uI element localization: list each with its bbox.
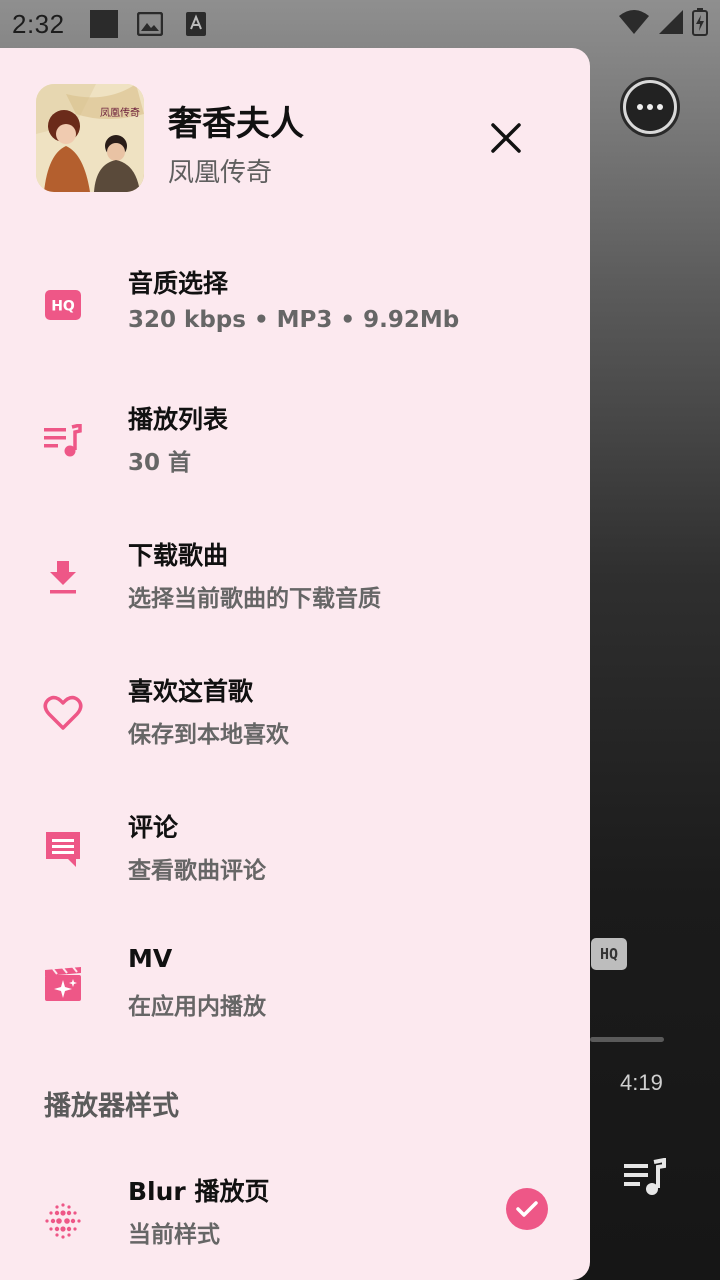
playlist-icon [40, 418, 86, 464]
menu-item-subtitle: 在应用内播放 [128, 994, 266, 1020]
battery-charging-icon [692, 8, 708, 40]
heart-icon [40, 690, 86, 736]
menu-item-like[interactable]: 喜欢这首歌 保存到本地喜欢 [0, 650, 590, 786]
options-menu: HQ 音质选择 320 kbps • MP3 • 9.92Mb 播放列表 30 … [0, 242, 590, 1058]
wifi-icon [618, 9, 650, 39]
player-style-option-blur[interactable]: Blur 播放页 当前样式 [0, 1160, 590, 1280]
close-button[interactable] [482, 114, 530, 162]
menu-item-subtitle: 选择当前歌曲的下载音质 [128, 586, 381, 612]
drawer-header: 凤凰传奇 奢香夫人 凤凰传奇 [0, 48, 590, 218]
menu-item-download[interactable]: 下载歌曲 选择当前歌曲的下载音质 [0, 514, 590, 650]
download-icon [40, 554, 86, 600]
signal-icon [658, 9, 684, 39]
font-icon [181, 9, 211, 39]
status-bar: 2:32 [0, 0, 720, 48]
menu-item-quality[interactable]: HQ 音质选择 320 kbps • MP3 • 9.92Mb [0, 242, 590, 378]
menu-item-playlist[interactable]: 播放列表 30 首 [0, 378, 590, 514]
more-options-button[interactable] [620, 77, 680, 137]
status-time: 2:32 [12, 8, 65, 39]
svg-text:HQ: HQ [51, 299, 75, 315]
menu-item-title: 下载歌曲 [128, 541, 229, 570]
song-artist: 凤凰传奇 [168, 158, 273, 188]
menu-item-subtitle: 查看歌曲评论 [128, 858, 266, 884]
more-dots-icon [626, 83, 674, 131]
menu-item-title: 喜欢这首歌 [128, 677, 254, 706]
mv-icon [40, 962, 86, 1008]
song-title: 奢香夫人 [168, 104, 304, 144]
menu-item-subtitle: 保存到本地喜欢 [128, 722, 289, 748]
bg-quality-badge[interactable]: HQ [591, 938, 627, 970]
menu-item-subtitle: 320 kbps • MP3 • 9.92Mb [128, 307, 460, 333]
comment-icon [40, 826, 86, 872]
menu-item-title: 播放列表 [128, 405, 229, 434]
song-options-drawer: 凤凰传奇 奢香夫人 凤凰传奇 HQ 音质选择 320 kbps • MP3 • … [0, 48, 590, 1280]
menu-item-subtitle: 30 首 [128, 450, 192, 476]
bg-duration: 4:19 [620, 1070, 663, 1095]
player-style-heading: 播放器样式 [44, 1091, 179, 1122]
svg-text:凤凰传奇: 凤凰传奇 [100, 106, 140, 119]
album-cover: 凤凰传奇 [36, 84, 144, 192]
menu-item-title: 音质选择 [128, 269, 229, 298]
player-screen: 2:32 HQ 4:19 凤凰传奇 奢香夫人 凤凰传奇 HQ 音质选择 320 … [0, 0, 720, 1280]
close-icon [491, 123, 521, 153]
style-option-subtitle: 当前样式 [128, 1222, 220, 1248]
image-icon [135, 9, 165, 39]
bg-playlist-icon[interactable] [622, 1157, 668, 1198]
blur-dots-icon [40, 1198, 86, 1244]
square-notification-icon [89, 9, 119, 39]
hq-icon: HQ [40, 282, 86, 328]
menu-item-mv[interactable]: MV 在应用内播放 [0, 922, 590, 1058]
bg-progress-bar[interactable] [590, 1037, 664, 1042]
menu-item-title: 评论 [128, 813, 179, 842]
style-option-title: Blur 播放页 [128, 1177, 270, 1206]
check-icon [506, 1188, 548, 1230]
menu-item-comments[interactable]: 评论 查看歌曲评论 [0, 786, 590, 922]
menu-item-title: MV [128, 944, 173, 973]
